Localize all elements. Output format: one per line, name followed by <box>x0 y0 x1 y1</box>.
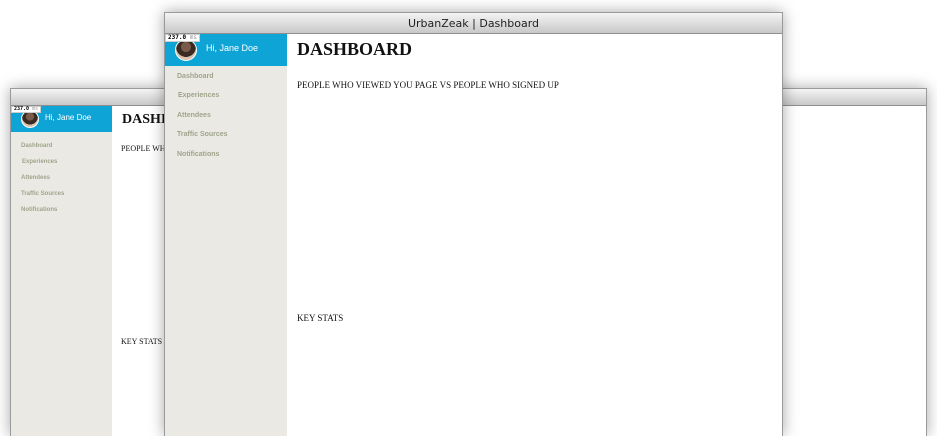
sidebar-item-attendees[interactable]: Attendees <box>21 175 50 181</box>
sidebar-item-experiences[interactable]: Experiences <box>22 159 57 165</box>
main-content: DASHBOARD PEOPLE WHO VIEWED YOU PAGE VS … <box>287 34 782 436</box>
render-time-value: 237.0 <box>14 106 30 112</box>
render-time-unit: ms <box>32 106 39 112</box>
dashboard-window[interactable]: UrbanZeak | Dashboard Hi, Jane Doe 237.0… <box>164 12 783 436</box>
profile-header[interactable]: Hi, Jane Doe 237.0 ms <box>11 106 112 132</box>
key-stats-heading: KEY STATS <box>297 313 344 323</box>
sidebar-item-notifications[interactable]: Notifications <box>21 207 57 213</box>
sidebar-item-traffic-sources[interactable]: Traffic Sources <box>21 191 64 197</box>
profile-header[interactable]: Hi, Jane Doe 237.0 ms <box>165 34 287 66</box>
render-time-value: 237.0 <box>168 34 187 41</box>
avatar[interactable] <box>175 39 197 61</box>
sidebar-item-dashboard[interactable]: Dashboard <box>177 73 214 80</box>
sidebar-item-dashboard[interactable]: Dashboard <box>21 143 52 149</box>
sidebar-item-traffic-sources[interactable]: Traffic Sources <box>177 131 228 138</box>
render-time-unit: ms <box>189 34 197 41</box>
user-greeting: Hi, Jane Doe <box>206 43 259 53</box>
sidebar: Hi, Jane Doe 237.0 ms Dashboard Experien… <box>11 106 112 436</box>
user-greeting: Hi, Jane Doe <box>45 113 92 122</box>
sidebar-item-notifications[interactable]: Notifications <box>177 151 219 158</box>
sidebar: Hi, Jane Doe 237.0 ms Dashboard Experien… <box>165 34 287 436</box>
title-bar[interactable]: UrbanZeak | Dashboard <box>165 13 782 34</box>
page-title: DASHBOARD <box>297 39 413 59</box>
sidebar-item-experiences[interactable]: Experiences <box>178 92 219 99</box>
render-time-counter: 237.0 ms <box>165 34 200 42</box>
sidebar-item-attendees[interactable]: Attendees <box>177 112 211 119</box>
render-time-counter: 237.0 ms <box>11 106 42 113</box>
page-title: DASHI <box>122 112 167 127</box>
chart-caption: PEOPLE WHO VIEWED YOU PAGE VS PEOPLE WHO… <box>297 80 559 90</box>
key-stats-heading: KEY STATS <box>121 337 163 346</box>
window-title: UrbanZeak | Dashboard <box>407 17 540 30</box>
